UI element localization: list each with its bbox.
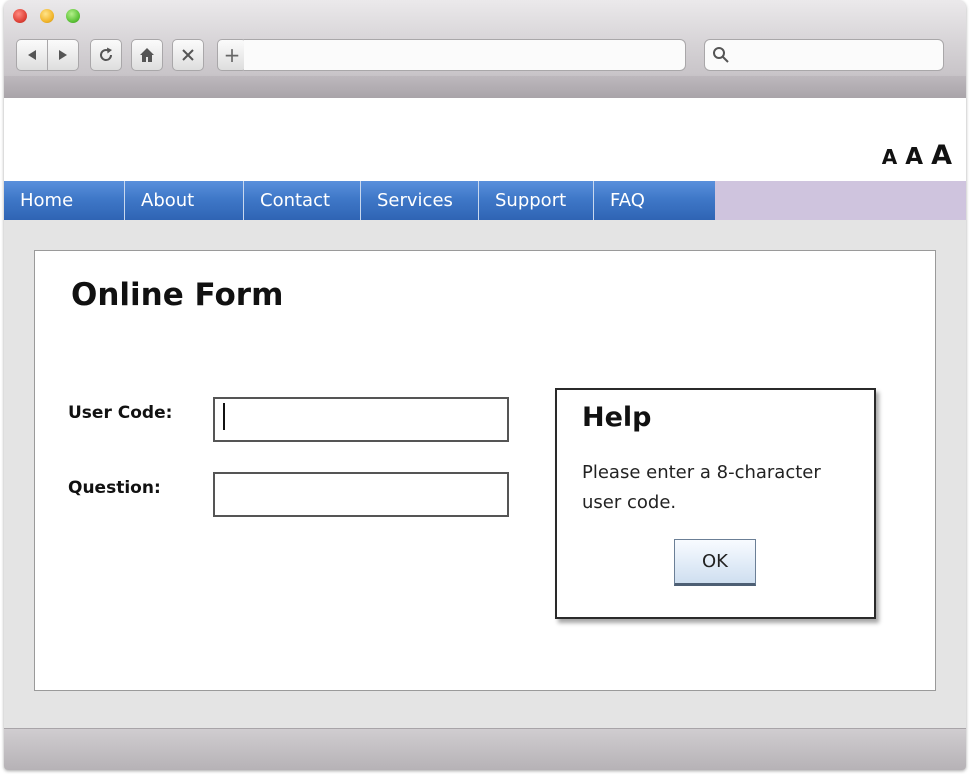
nav-item-home[interactable]: Home [4, 181, 125, 220]
page-header [4, 98, 966, 181]
home-button[interactable] [131, 39, 163, 71]
arrow-left-icon [28, 50, 36, 60]
zoom-dot-icon[interactable] [66, 9, 80, 23]
browser-search-field[interactable] [704, 39, 944, 71]
arrow-right-icon [59, 50, 67, 60]
home-icon [140, 48, 154, 62]
help-message: Please enter a 8-character user code. [582, 462, 821, 513]
browser-toolbar: + [4, 0, 966, 98]
new-tab-button[interactable]: + [217, 39, 247, 71]
toolbar-bottom-strip [4, 76, 966, 98]
address-bar[interactable] [244, 39, 686, 71]
ok-button[interactable]: OK [674, 539, 756, 586]
search-icon [713, 47, 729, 63]
reload-button[interactable] [90, 39, 122, 71]
question-label: Question: [68, 478, 161, 498]
text-size-medium-button[interactable]: A [905, 144, 923, 170]
user-code-label: User Code: [68, 403, 173, 423]
minimize-dot-icon[interactable] [40, 9, 54, 23]
text-size-large-button[interactable]: A [931, 140, 952, 171]
online-form-panel: Online Form User Code: Question: Help Pl… [34, 250, 936, 691]
nav-item-faq[interactable]: FAQ [594, 181, 715, 220]
nav-item-services[interactable]: Services [361, 181, 479, 220]
nav-item-support[interactable]: Support [479, 181, 594, 220]
reload-icon [100, 47, 113, 61]
stop-button[interactable] [172, 39, 204, 71]
close-icon [182, 49, 194, 61]
user-code-input[interactable] [213, 397, 509, 442]
question-input[interactable] [213, 472, 509, 517]
main-navigation: Home About Contact Services Support FAQ [4, 181, 966, 220]
page-content: Online Form User Code: Question: Help Pl… [4, 220, 966, 728]
help-title: Help [582, 402, 652, 433]
nav-item-about[interactable]: About [125, 181, 244, 220]
help-dialog: Help Please enter a 8-character user cod… [555, 388, 876, 619]
close-dot-icon[interactable] [13, 9, 27, 23]
browser-window: + A A A Home About Contact Services Supp… [4, 0, 966, 770]
form-title: Online Form [71, 277, 284, 313]
text-caret [223, 403, 225, 430]
text-size-small-button[interactable]: A [882, 145, 897, 169]
browser-status-bar [4, 728, 966, 770]
forward-button[interactable] [47, 39, 79, 71]
back-button[interactable] [16, 39, 48, 71]
text-size-controls: A A A [882, 140, 952, 171]
nav-item-contact[interactable]: Contact [244, 181, 361, 220]
